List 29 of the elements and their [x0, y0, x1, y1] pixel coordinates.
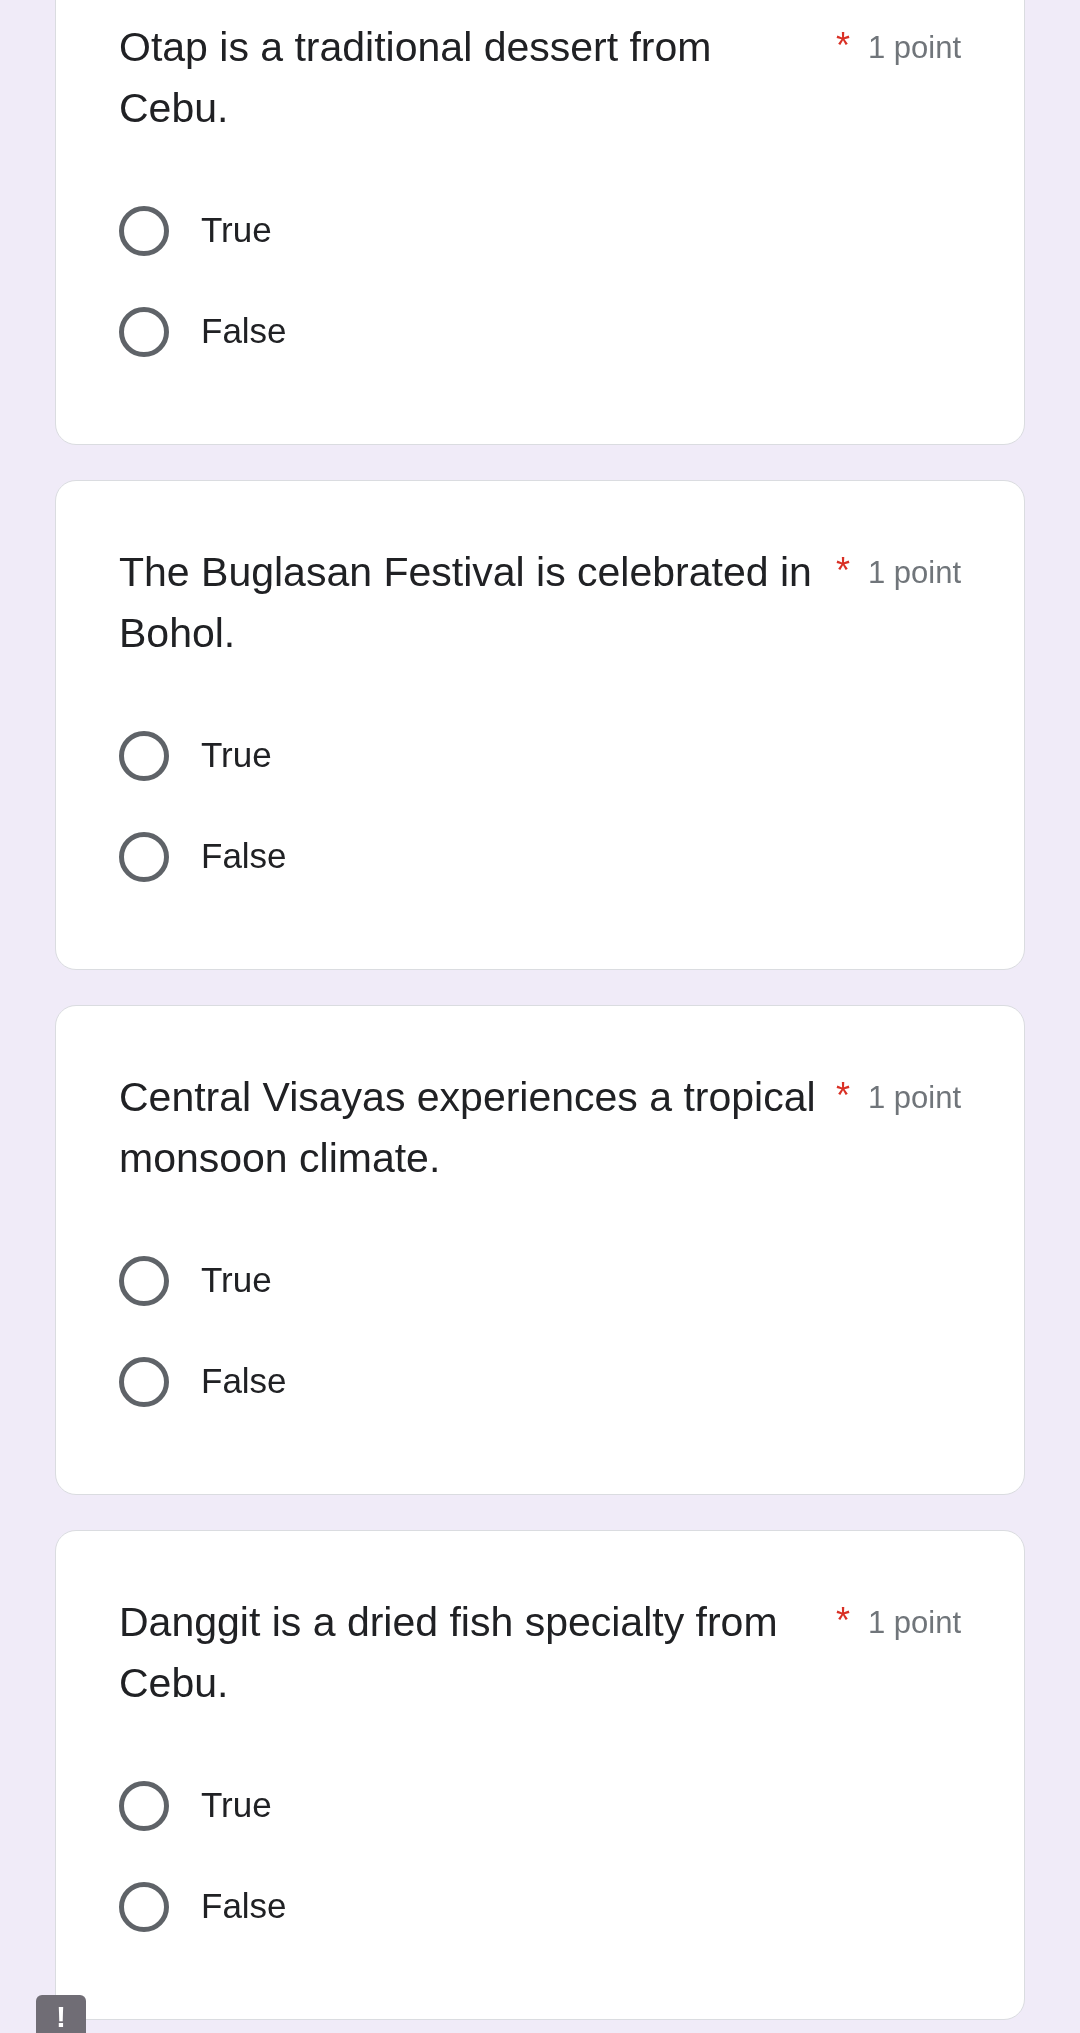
radio-button[interactable]: [119, 1881, 169, 1932]
points-label: 1 point: [867, 554, 961, 592]
option-label: False: [201, 835, 287, 878]
radio-button[interactable]: [119, 1356, 169, 1407]
option-label: False: [201, 1885, 287, 1928]
required-asterisk: *: [835, 1074, 850, 1118]
points-label: 1 point: [867, 1604, 961, 1642]
points-label: 1 point: [867, 29, 961, 67]
radio-button[interactable]: [119, 831, 169, 882]
option-label: False: [201, 1360, 287, 1403]
option-label: False: [201, 310, 287, 353]
radio-button[interactable]: [119, 205, 169, 256]
question-text: Central Visayas experiences a tropical monsoon climate.: [119, 1073, 817, 1183]
radio-button[interactable]: [119, 730, 169, 781]
alert-button[interactable]: !: [36, 1995, 86, 2033]
question-text: Danggit is a dried fish specialty from Cebu.: [119, 1598, 779, 1708]
question-text: The Buglasan Festival is celebrated in Bohol.: [119, 548, 813, 658]
question-text: Otap is a traditional dessert from Cebu.: [119, 23, 713, 133]
required-asterisk: *: [835, 24, 850, 68]
radio-button[interactable]: [119, 1255, 169, 1306]
option-label: True: [201, 1784, 272, 1827]
option-label: True: [201, 734, 272, 777]
required-asterisk: *: [835, 549, 850, 593]
points-label: 1 point: [867, 1079, 961, 1117]
radio-button[interactable]: [119, 1780, 169, 1831]
option-label: True: [201, 1259, 272, 1302]
radio-button[interactable]: [119, 306, 169, 357]
option-label: True: [201, 209, 272, 252]
required-asterisk: *: [835, 1599, 850, 1643]
